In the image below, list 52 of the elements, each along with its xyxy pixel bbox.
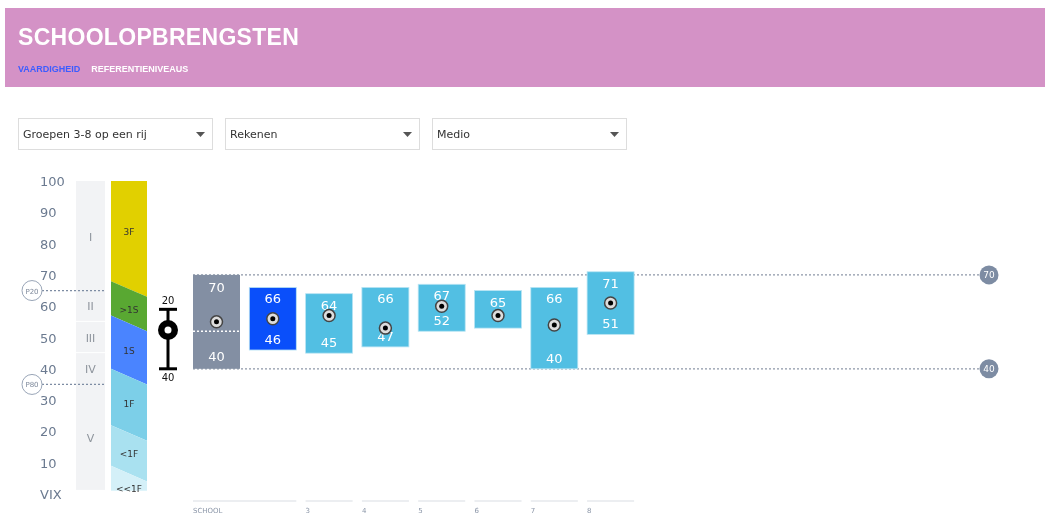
axis-label: 80 [40,236,57,252]
caret-icon [403,131,412,137]
norm-badge [979,265,999,285]
dropdown[interactable]: Medio [432,118,627,150]
page-title: SCHOOLOPBRENGSTEN [18,24,301,51]
value-label: 45 [320,335,338,351]
error-bar-legend-icon [158,307,178,371]
percentile-badge [21,280,43,302]
legend-label: 40 [161,371,175,383]
value-label: 71 [602,275,619,291]
niveau-label: V [86,431,95,445]
referentieniveau-label: 3F [123,227,135,238]
value-label: 70 [208,279,225,295]
norm-badge [979,359,999,379]
caret-icon [196,131,205,137]
dropdown[interactable]: Groepen 3-8 op een rij [18,118,213,150]
niveau-label: III [85,331,96,345]
axis-label: 60 [40,299,57,315]
value-label: 66 [546,291,563,307]
axis-label: 50 [40,330,57,346]
dropdown[interactable]: Rekenen [225,118,420,150]
caret-icon [610,131,619,137]
value-label: 40 [546,350,563,366]
value-label: 40 [208,348,225,364]
legend-label: 20 [161,295,175,307]
norm-badge-label: 40 [983,364,995,375]
axis-label: 40 [40,361,57,377]
axis-label: 70 [40,267,57,283]
percentile-badge [21,373,43,395]
niveau-label: I [88,231,93,245]
niveau-label: II [87,300,94,314]
value-label: 67 [433,288,450,304]
referentieniveau-label: 1F [123,399,135,410]
value-label: 66 [264,291,282,307]
value-label: 66 [377,291,394,307]
referentieniveau-label: <<1F [116,483,142,494]
axis-label: 10 [40,455,57,471]
referentieniveau-label: >1S [119,305,139,316]
value-label: 52 [433,313,450,329]
value-label: 51 [602,316,619,332]
niveau-label: IV [85,362,96,376]
axis-label: 30 [40,393,57,409]
referentieniveau-label: 1S [123,346,135,356]
value-label: 64 [320,297,338,313]
axis-label: 90 [40,205,57,221]
axis-label: VIX [40,487,62,502]
value-label: 46 [264,332,282,347]
value-label: 65 [489,294,507,310]
axis-label: 100 [40,174,65,189]
norm-badge-label: 70 [983,270,995,281]
axis-label: 20 [40,424,57,440]
referentieniveau-label: <1F [119,449,139,460]
